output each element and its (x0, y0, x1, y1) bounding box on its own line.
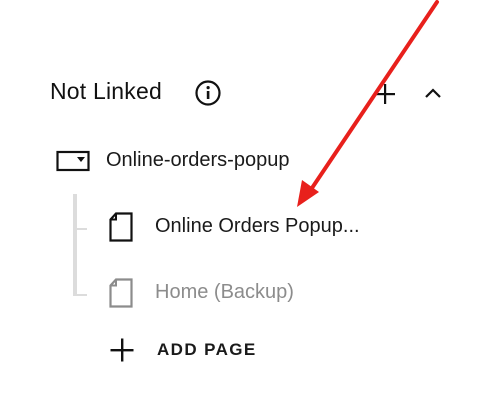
add-page-label: ADD PAGE (157, 340, 257, 359)
add-page-button[interactable]: ADD PAGE (108, 334, 308, 366)
page-label: Home (Backup) (155, 281, 294, 303)
page-item-home-backup[interactable]: Home (Backup) (108, 275, 448, 309)
page-label: Online Orders Popup... (155, 215, 360, 237)
tree-connector-tick (77, 294, 87, 296)
page-item-online-orders-popup[interactable]: Online Orders Popup... (108, 209, 448, 243)
folder-label: Online-orders-popup (106, 149, 290, 171)
chevron-up-icon[interactable] (424, 86, 442, 100)
info-icon[interactable] (195, 80, 221, 106)
folder-item-online-orders-popup[interactable]: Online-orders-popup (56, 144, 356, 178)
section-title: Not Linked (50, 78, 162, 104)
plus-icon (110, 338, 134, 362)
add-section-plus-icon[interactable] (374, 83, 396, 105)
tree-connector-line (73, 194, 77, 296)
page-icon (109, 278, 133, 308)
section-header-not-linked: Not Linked (50, 74, 450, 114)
folder-dropdown-icon (56, 150, 90, 172)
tree-connector-tick (77, 228, 87, 230)
pages-panel: Not Linked Online-orders-popup Online Or… (0, 0, 492, 396)
page-icon (109, 212, 133, 242)
